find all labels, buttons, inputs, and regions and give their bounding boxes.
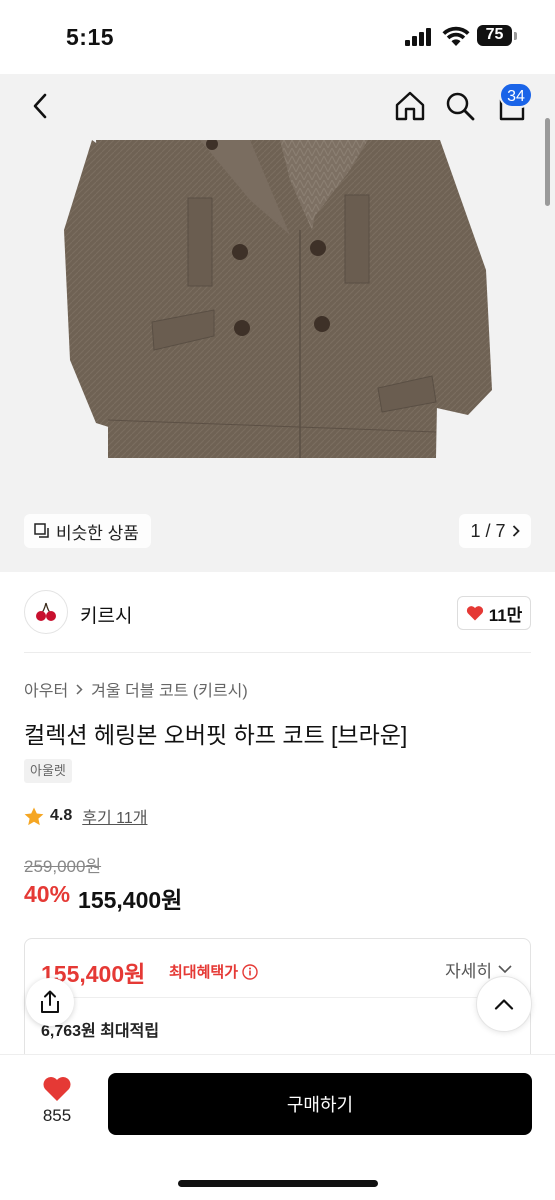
shop-logo[interactable] [24,590,68,634]
discount-rate: 40% [24,881,71,907]
search-button[interactable] [438,84,482,128]
bottom-purchase-bar: 855 구매하기 [0,1054,555,1200]
image-pager-button[interactable]: 1 / 7 [459,514,531,548]
home-button[interactable] [388,84,432,128]
product-image[interactable] [0,140,555,572]
info-icon[interactable] [242,963,258,980]
chevron-right-icon [76,683,83,695]
similar-products-button[interactable]: 비슷한 상품 [24,514,151,548]
top-navigation [0,74,555,140]
shop-name[interactable]: 키르시 [80,601,132,628]
similar-products-label: 비슷한 상품 [56,523,139,543]
wishlist-count: 855 [42,1106,72,1125]
share-icon [41,990,59,1013]
battery-icon: 75 [477,25,517,46]
heart-icon [466,606,483,621]
chevron-right-icon [512,525,520,537]
chevron-up-icon [494,999,514,1010]
home-icon [395,91,425,121]
chevron-left-icon [33,93,47,119]
sale-price-row: 40% 155,400원 [24,881,182,915]
original-price: 259,000원 [24,857,102,876]
breadcrumb-item[interactable]: 아우터 [24,677,68,701]
rating-score: 4.8 [50,807,73,824]
share-button[interactable] [26,978,74,1026]
shop-like-count: 11만 [488,605,523,625]
breadcrumb: 아우터 겨울 더블 코트 (키르시) [24,677,248,701]
breadcrumb-item[interactable]: 겨울 더블 코트 (키르시) [91,677,247,701]
page-scrollbar[interactable] [545,118,550,206]
divider [41,997,515,998]
battery-level: 75 [485,26,504,43]
wishlist-button[interactable]: 855 [26,1075,88,1135]
product-title: 컬렉션 헤링본 오버핏 하프 코트 [브라운] [24,722,408,748]
status-time: 5:15 [66,24,115,50]
outlet-tag: 아울렛 [24,759,72,783]
shop-row[interactable]: 키르시 11만 [0,572,555,652]
image-pager-label: 1 / 7 [470,520,506,541]
shop-like-button[interactable]: 11만 [457,596,531,630]
heart-icon [43,1077,71,1101]
status-bar: 5:15 75 [0,0,555,74]
home-indicator [178,1180,378,1187]
reviews-link[interactable]: 후기 11개 [82,804,147,828]
best-benefit-label-row: 최대혜택가 [169,961,258,982]
scroll-to-top-button[interactable] [476,976,532,1032]
divider [24,652,531,653]
cherry-logo-icon [36,602,56,621]
back-button[interactable] [18,84,62,128]
sale-price: 155,400원 [78,887,183,913]
benefit-detail-label: 자세히 [445,962,492,981]
cart-count-badge: 34 [499,82,533,108]
best-benefit-label: 최대혜택가 [169,964,239,981]
similar-squares-icon [34,523,49,538]
rating-row: 4.8 후기 11개 [24,804,147,828]
wifi-icon [442,26,470,46]
search-icon [446,92,475,121]
chevron-down-icon [498,965,512,974]
cellular-signal-icon [405,28,431,46]
buy-button[interactable]: 구매하기 [108,1073,532,1135]
coat-image [64,140,492,458]
star-icon [24,807,44,825]
